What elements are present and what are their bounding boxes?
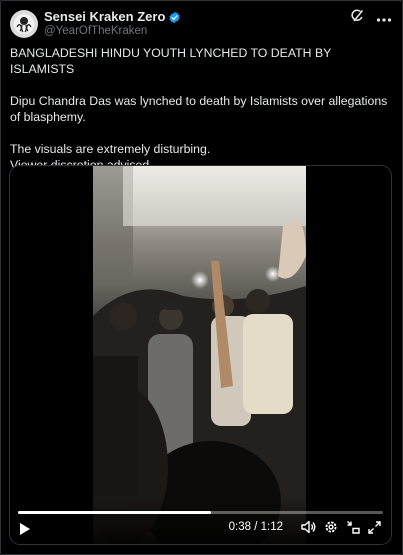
video-duration: 1:12 bbox=[260, 521, 283, 533]
more-icon[interactable] bbox=[376, 10, 392, 28]
minimize-button[interactable] bbox=[346, 520, 360, 534]
author-names: Sensei Kraken Zero @YearOfTheKraken bbox=[44, 10, 181, 38]
kraken-logo-icon bbox=[14, 14, 34, 34]
video-frame-image bbox=[93, 166, 306, 544]
video-time: 0:38 / 1:12 bbox=[229, 521, 283, 533]
fullscreen-icon bbox=[368, 520, 381, 534]
video-time-separator: / bbox=[251, 521, 261, 533]
tweet-card: Sensei Kraken Zero @YearOfTheKraken BANG… bbox=[0, 0, 403, 555]
video-elapsed: 0:38 bbox=[228, 521, 252, 533]
volume-icon bbox=[301, 520, 316, 534]
settings-icon bbox=[325, 521, 337, 533]
verified-badge-icon bbox=[169, 11, 181, 23]
volume-button[interactable] bbox=[301, 520, 316, 534]
play-icon bbox=[20, 523, 30, 535]
grok-icon[interactable] bbox=[350, 9, 364, 28]
tweet-headline: BANGLADESHI HINDU YOUTH LYNCHED TO DEATH… bbox=[10, 46, 332, 76]
video-controls-right: 0:38 / 1:12 bbox=[229, 520, 381, 534]
video-progress-fill bbox=[18, 511, 212, 514]
play-button[interactable] bbox=[19, 522, 31, 541]
header-actions bbox=[338, 9, 392, 28]
minimize-icon bbox=[347, 521, 360, 534]
tweet-body: Dipu Chandra Das was lynched to death by… bbox=[10, 94, 388, 124]
author-handle[interactable]: @YearOfTheKraken bbox=[44, 24, 181, 38]
settings-button[interactable] bbox=[324, 520, 338, 534]
tweet-text: BANGLADESHI HINDU YOUTH LYNCHED TO DEATH… bbox=[10, 45, 394, 173]
fullscreen-button[interactable] bbox=[368, 520, 381, 534]
avatar[interactable] bbox=[10, 10, 38, 38]
video-frame[interactable] bbox=[93, 166, 306, 544]
video-progress-bar[interactable] bbox=[18, 511, 383, 514]
tweet-header: Sensei Kraken Zero @YearOfTheKraken bbox=[10, 7, 181, 41]
video-player[interactable]: 0:38 / 1:12 bbox=[9, 165, 392, 545]
author-display-name[interactable]: Sensei Kraken Zero bbox=[44, 10, 165, 24]
